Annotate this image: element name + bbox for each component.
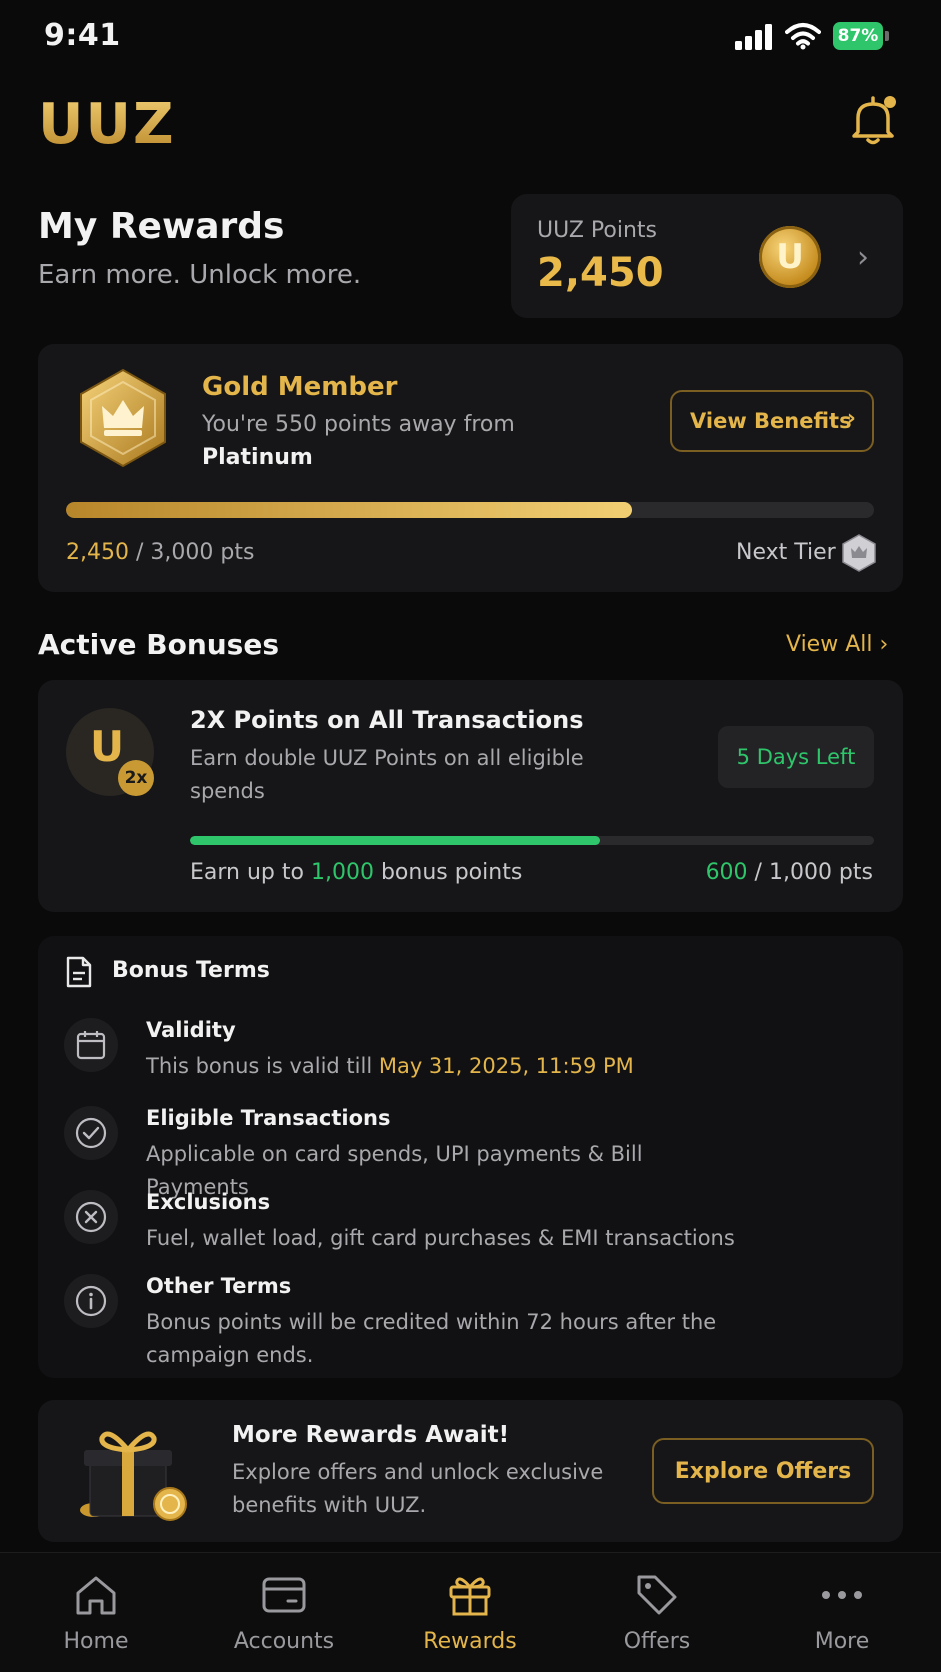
bonus-progress-fill [190, 836, 601, 845]
next-tier-label: Next Tier [736, 540, 836, 565]
bottom-nav: Home Accounts Rewards Offers More [0, 1552, 941, 1672]
bonus-description: Earn double UUZ Points on all eligible s… [190, 746, 584, 803]
nav-label: Rewards [423, 1629, 517, 1654]
more-icon [822, 1591, 862, 1599]
more-rewards-card: More Rewards Await! Explore offers and u… [38, 1400, 903, 1542]
term-description: Fuel, wallet load, gift card purchases &… [146, 1226, 735, 1250]
bonus-card[interactable]: U 2x 2X Points on All Transactions Earn … [38, 680, 903, 912]
bonus-points-progress: 600 / 1,000 pts [706, 860, 873, 885]
bonus-icon-badge: 2x [118, 760, 154, 796]
page-subtitle: Earn more. Unlock more. [38, 260, 362, 290]
battery-indicator: 87% [833, 22, 889, 50]
bonus-current-points: 600 [705, 860, 748, 885]
notification-dot [884, 96, 896, 108]
tier-progress-bar [66, 502, 874, 518]
bonus-terms-card: Bonus Terms Validity This bonus is valid… [38, 936, 903, 1378]
x-circle-icon [64, 1190, 118, 1244]
nav-label: Home [63, 1629, 129, 1654]
nav-item-accounts[interactable]: Accounts [190, 1553, 378, 1672]
tier-current-points: 2,450 [66, 540, 129, 565]
view-benefits-button[interactable]: View Benefits › [670, 390, 874, 452]
points-label: UUZ Points [537, 218, 657, 243]
term-description: Bonus points will be credited within 72 … [146, 1310, 717, 1367]
term-title: Other Terms [146, 1274, 292, 1298]
promo-description: Explore offers and unlock exclusive bene… [232, 1460, 604, 1517]
calendar-icon [64, 1018, 118, 1072]
nav-label: Accounts [233, 1629, 335, 1654]
tag-icon [637, 1575, 677, 1615]
status-bar: 9:41 87% [0, 0, 941, 74]
bonus-target-points: / 1,000 pts [747, 860, 873, 885]
chevron-right-icon: › [857, 240, 869, 275]
term-title: Validity [146, 1018, 236, 1042]
cellular-signal-icon [735, 24, 772, 50]
bonus-title: 2X Points on All Transactions [190, 706, 584, 734]
earn-amount: 1,000 [310, 860, 374, 885]
check-circle-icon [64, 1106, 118, 1160]
validity-date: May 31, 2025, 11:59 PM [378, 1054, 634, 1078]
nav-label: More [814, 1629, 870, 1654]
view-benefits-label: View Benefits [690, 409, 852, 433]
page-title: My Rewards [38, 206, 285, 247]
chevron-right-icon: › [846, 406, 856, 431]
uuz-coin-icon: U [759, 226, 821, 288]
term-desc-text: This bonus is valid till [146, 1054, 379, 1078]
bonus-earn-text: Earn up to 1,000 bonus points [190, 860, 522, 885]
document-icon [66, 956, 92, 988]
app-logo: UUZ [38, 92, 176, 157]
earn-prefix: Earn up to [190, 860, 311, 885]
tier-card: Gold Member You're 550 points away from … [38, 344, 903, 592]
bonus-terms-title: Bonus Terms [112, 958, 270, 983]
gold-crown-badge-icon [80, 368, 166, 468]
term-title: Eligible Transactions [146, 1106, 391, 1130]
gift-icon [449, 1577, 491, 1616]
next-tier-name: Platinum [202, 445, 313, 470]
term-title: Exclusions [146, 1190, 271, 1214]
bonus-2x-icon: U 2x [66, 708, 154, 796]
platinum-badge-icon [842, 534, 876, 572]
term-description: This bonus is valid till May 31, 2025, 1… [146, 1050, 746, 1083]
battery-level: 87% [833, 22, 883, 50]
card-icon [262, 1577, 306, 1613]
wifi-icon [785, 23, 821, 50]
tier-name: Gold Member [202, 372, 398, 402]
notification-bell-button[interactable] [848, 94, 898, 146]
points-card[interactable]: UUZ Points 2,450 U › [511, 194, 903, 318]
view-all-link[interactable]: View All › [786, 632, 888, 657]
gift-box-icon [80, 1431, 187, 1521]
tier-target-points: / 3,000 pts [128, 540, 255, 565]
home-icon [76, 1576, 116, 1615]
active-bonuses-heading: Active Bonuses [38, 628, 280, 661]
view-all-label: View All [786, 632, 873, 657]
explore-offers-button[interactable]: Explore Offers [652, 1438, 874, 1504]
tier-desc-text: You're 550 points away from [202, 412, 515, 437]
info-icon [64, 1274, 118, 1328]
nav-item-more[interactable]: More [748, 1553, 936, 1672]
chevron-right-icon: › [879, 632, 889, 657]
tier-description: You're 550 points away from Platinum [202, 408, 582, 474]
nav-item-rewards[interactable]: Rewards [376, 1553, 564, 1672]
nav-label: Offers [623, 1629, 691, 1654]
bonus-progress-bar [190, 836, 874, 845]
nav-item-home[interactable]: Home [2, 1553, 190, 1672]
nav-item-offers[interactable]: Offers [563, 1553, 751, 1672]
bonus-icon-letter: U [90, 722, 125, 771]
tier-points-progress: 2,450 / 3,000 pts [66, 540, 254, 565]
days-left-badge: 5 Days Left [718, 726, 874, 788]
promo-title: More Rewards Await! [232, 1422, 510, 1448]
tier-progress-fill [66, 502, 632, 518]
points-value: 2,450 [537, 250, 664, 296]
status-time: 9:41 [44, 18, 121, 53]
earn-suffix: bonus points [373, 860, 523, 885]
